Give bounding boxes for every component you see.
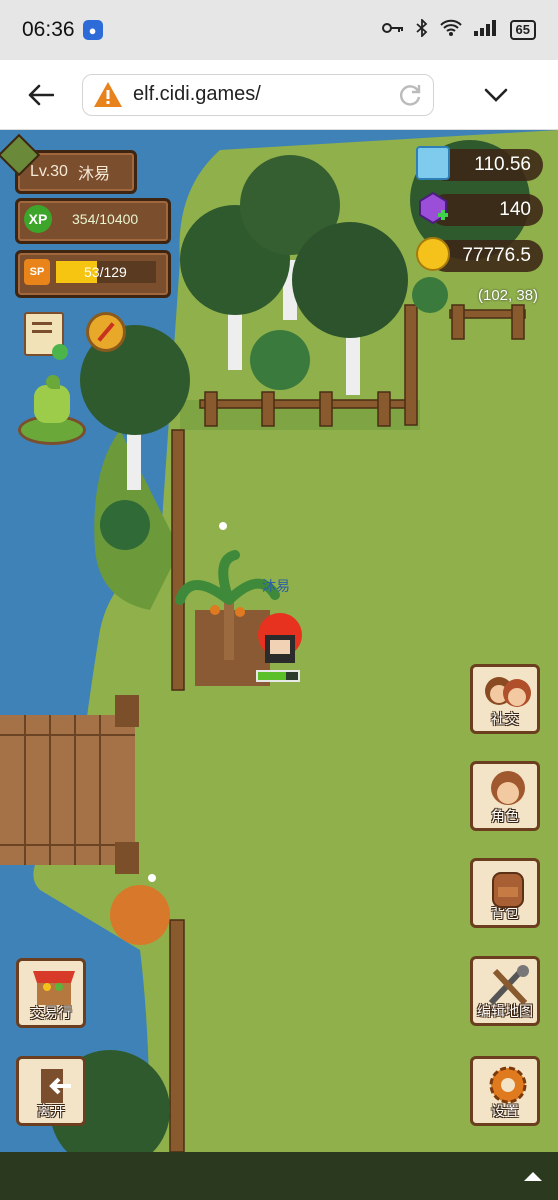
crystal-value: 110.56 (474, 154, 531, 175)
social-button[interactable]: 社交 (470, 664, 540, 734)
signal-icon (473, 19, 498, 41)
gem-icon[interactable] (416, 191, 450, 225)
compass-icon[interactable] (86, 312, 126, 352)
url-text: elf.cidi.games/ (133, 83, 261, 105)
arrow-left-icon (28, 84, 54, 105)
level-text: Lv.30 (30, 163, 68, 180)
character-name: 沐易 (262, 578, 290, 594)
sp-panel: SP 53/129 (15, 250, 171, 298)
exit-icon (41, 1069, 71, 1103)
settings-button[interactable]: 设置 (470, 1056, 540, 1126)
browser-toolbar: elf.cidi.games/ (0, 60, 558, 130)
character-progress-bar (256, 670, 300, 682)
back-button[interactable] (0, 60, 82, 130)
browser-menu-button[interactable] (434, 60, 558, 130)
quest-icon[interactable] (24, 312, 68, 360)
character-icon (491, 771, 525, 805)
status-bar: 06:36 ● 65 (0, 0, 558, 60)
pet-sprout-icon[interactable] (18, 375, 86, 447)
warning-icon (94, 82, 122, 107)
clock: 06:36 (22, 18, 75, 41)
coin-icon (416, 237, 450, 271)
backpack-icon (492, 872, 524, 908)
gear-icon (489, 1066, 527, 1104)
xp-panel: XP 354/10400 (15, 198, 171, 244)
edit-map-button[interactable]: 编辑地图 (470, 956, 540, 1026)
social-icon (485, 677, 531, 707)
map-coordinates: (102, 38) (478, 287, 539, 304)
gem-value: 140 (499, 199, 531, 220)
bluetooth-icon (415, 17, 428, 42)
chevron-down-icon (484, 88, 508, 102)
character-button[interactable]: 角色 (470, 761, 540, 831)
player-name: 沐易 (77, 166, 110, 183)
coin-value: 77776.5 (462, 245, 531, 266)
sp-icon: SP (24, 259, 50, 285)
tools-icon (488, 965, 529, 1006)
reload-icon[interactable] (397, 82, 423, 108)
xp-text: 354/10400 (72, 211, 139, 227)
game-canvas[interactable]: 沐易 Lv.30 沐易 XP 354/10400 SP 53/129 110.5… (0, 130, 558, 1152)
battery-icon: 65 (509, 20, 536, 40)
notification-icon: ● (82, 20, 103, 40)
market-icon (33, 971, 75, 1005)
leave-button[interactable]: 离开 (16, 1056, 86, 1126)
crystal-icon (416, 146, 450, 180)
sp-text: 53/129 (84, 264, 127, 280)
chevron-up-icon[interactable] (522, 1169, 544, 1183)
xp-icon: XP (24, 205, 52, 233)
address-bar[interactable]: elf.cidi.games/ (82, 73, 434, 116)
market-button[interactable]: 交易行 (16, 958, 86, 1028)
wifi-icon (439, 19, 462, 42)
backpack-button[interactable]: 背包 (470, 858, 540, 928)
key-icon (381, 20, 404, 40)
bottom-bar (0, 1152, 558, 1200)
